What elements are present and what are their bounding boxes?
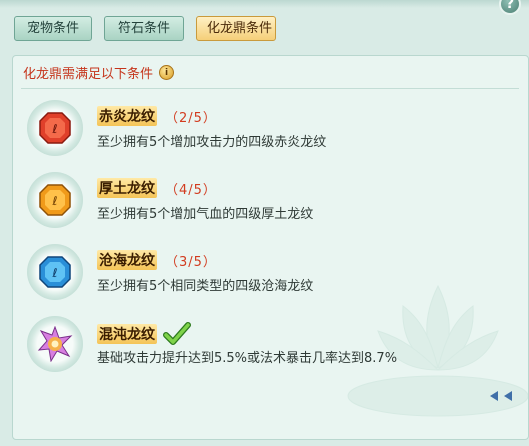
orange-gem-icon: ℓ — [27, 172, 83, 228]
condition-progress: （4/5） — [165, 182, 217, 198]
conditions-header: 化龙鼎需满足以下条件 i — [23, 63, 175, 82]
red-gem-icon: ℓ — [27, 100, 83, 156]
header-divider — [21, 88, 519, 89]
fish-decoration — [490, 391, 512, 401]
help-button[interactable]: ? — [499, 0, 521, 15]
condition-progress: （2/5） — [165, 110, 217, 126]
info-icon[interactable]: i — [159, 65, 175, 80]
svg-text:ℓ: ℓ — [52, 194, 58, 208]
condition-item-red: ℓ 赤炎龙纹 （2/5） 至少拥有5个增加攻击力的四级赤炎龙纹 — [13, 100, 528, 176]
tab-rune-conditions[interactable]: 符石条件 — [104, 16, 184, 41]
top-strip — [0, 0, 529, 8]
chaos-gem-icon — [27, 316, 83, 372]
header-text: 化龙鼎需满足以下条件 — [23, 67, 154, 82]
condition-progress: （3/5） — [165, 254, 217, 270]
condition-item-blue: ℓ 沧海龙纹 （3/5） 至少拥有5个相同类型的四级沧海龙纹 — [13, 244, 528, 320]
condition-title: 赤炎龙纹 — [97, 106, 157, 126]
tab-bar: 宠物条件 符石条件 化龙鼎条件 — [14, 16, 276, 41]
condition-description: 至少拥有5个增加攻击力的四级赤炎龙纹 — [97, 135, 327, 150]
blue-gem-icon: ℓ — [27, 244, 83, 300]
condition-description: 基础攻击力提升达到5.5%或法术暴击几率达到8.7% — [97, 351, 398, 366]
condition-description: 至少拥有5个相同类型的四级沧海龙纹 — [97, 279, 314, 294]
svg-text:ℓ: ℓ — [52, 122, 58, 136]
svg-text:ℓ: ℓ — [52, 266, 58, 280]
condition-item-orange: ℓ 厚土龙纹 （4/5） 至少拥有5个增加气血的四级厚土龙纹 — [13, 172, 528, 248]
condition-title: 沧海龙纹 — [97, 250, 157, 270]
condition-title: 厚土龙纹 — [97, 178, 157, 198]
condition-description: 至少拥有5个增加气血的四级厚土龙纹 — [97, 207, 314, 222]
check-icon — [163, 322, 191, 345]
condition-title: 混沌龙纹 — [97, 324, 157, 344]
condition-item-chaos: 混沌龙纹 基础攻击力提升达到5.5%或法术暴击几率达到8.7% — [13, 316, 528, 392]
tab-pet-conditions[interactable]: 宠物条件 — [14, 16, 92, 41]
tab-dragon-cauldron-conditions[interactable]: 化龙鼎条件 — [196, 16, 276, 41]
conditions-panel: 化龙鼎需满足以下条件 i ℓ 赤炎龙纹 （2/5） 至少拥有5个增加攻击力的四级… — [12, 55, 529, 440]
